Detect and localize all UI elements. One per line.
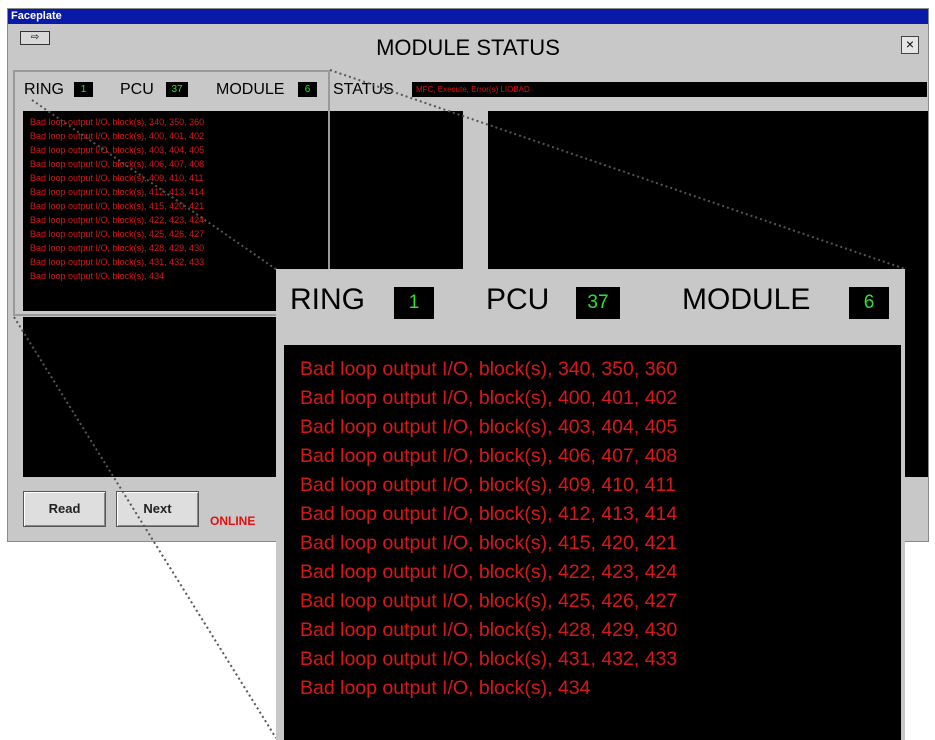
error-message-line: Bad loop output I/O, block(s), 409, 410,… <box>300 474 676 496</box>
error-message-line: Bad loop output I/O, block(s), 431, 432,… <box>300 648 678 670</box>
error-message-line: Bad loop output I/O, block(s), 428, 429,… <box>300 619 678 641</box>
error-message-line: Bad loop output I/O, block(s), 434 <box>300 677 591 699</box>
zoom-module-value: 6 <box>849 287 889 319</box>
zoom-ring-value: 1 <box>394 287 434 319</box>
error-message-line: Bad loop output I/O, block(s), 406, 407,… <box>300 445 678 467</box>
zoom-pcu-label: PCU <box>486 283 550 316</box>
error-message-line: Bad loop output I/O, block(s), 412, 413,… <box>300 503 678 525</box>
error-message-line: Bad loop output I/O, block(s), 400, 401,… <box>300 387 678 409</box>
error-message-line: Bad loop output I/O, block(s), 415, 420,… <box>300 532 678 554</box>
status-value: MFC, Execute, Error(s) LIOBAD <box>412 82 927 97</box>
online-status: ONLINE <box>210 514 256 528</box>
next-button[interactable]: Next <box>116 491 199 527</box>
error-message-line: Bad loop output I/O, block(s), 340, 350,… <box>300 358 678 380</box>
close-button[interactable]: × <box>901 36 919 54</box>
page-title: MODULE STATUS <box>376 35 560 60</box>
zoom-ring-label: RING <box>290 283 365 316</box>
window-title: Faceplate <box>8 9 928 24</box>
status-label: STATUS <box>333 81 394 98</box>
zoom-inset: RING 1 PCU 37 MODULE 6 Bad loop output I… <box>276 269 905 740</box>
zoom-error-list: Bad loop output I/O, block(s), 340, 350,… <box>284 345 901 740</box>
error-message-line: Bad loop output I/O, block(s), 425, 426,… <box>300 590 678 612</box>
error-message-line: Bad loop output I/O, block(s), 422, 423,… <box>300 561 678 583</box>
error-message-line: Bad loop output I/O, block(s), 403, 404,… <box>300 416 678 438</box>
zoom-pcu-value: 37 <box>576 287 620 319</box>
zoom-module-label: MODULE <box>682 283 811 316</box>
read-button[interactable]: Read <box>23 491 106 527</box>
